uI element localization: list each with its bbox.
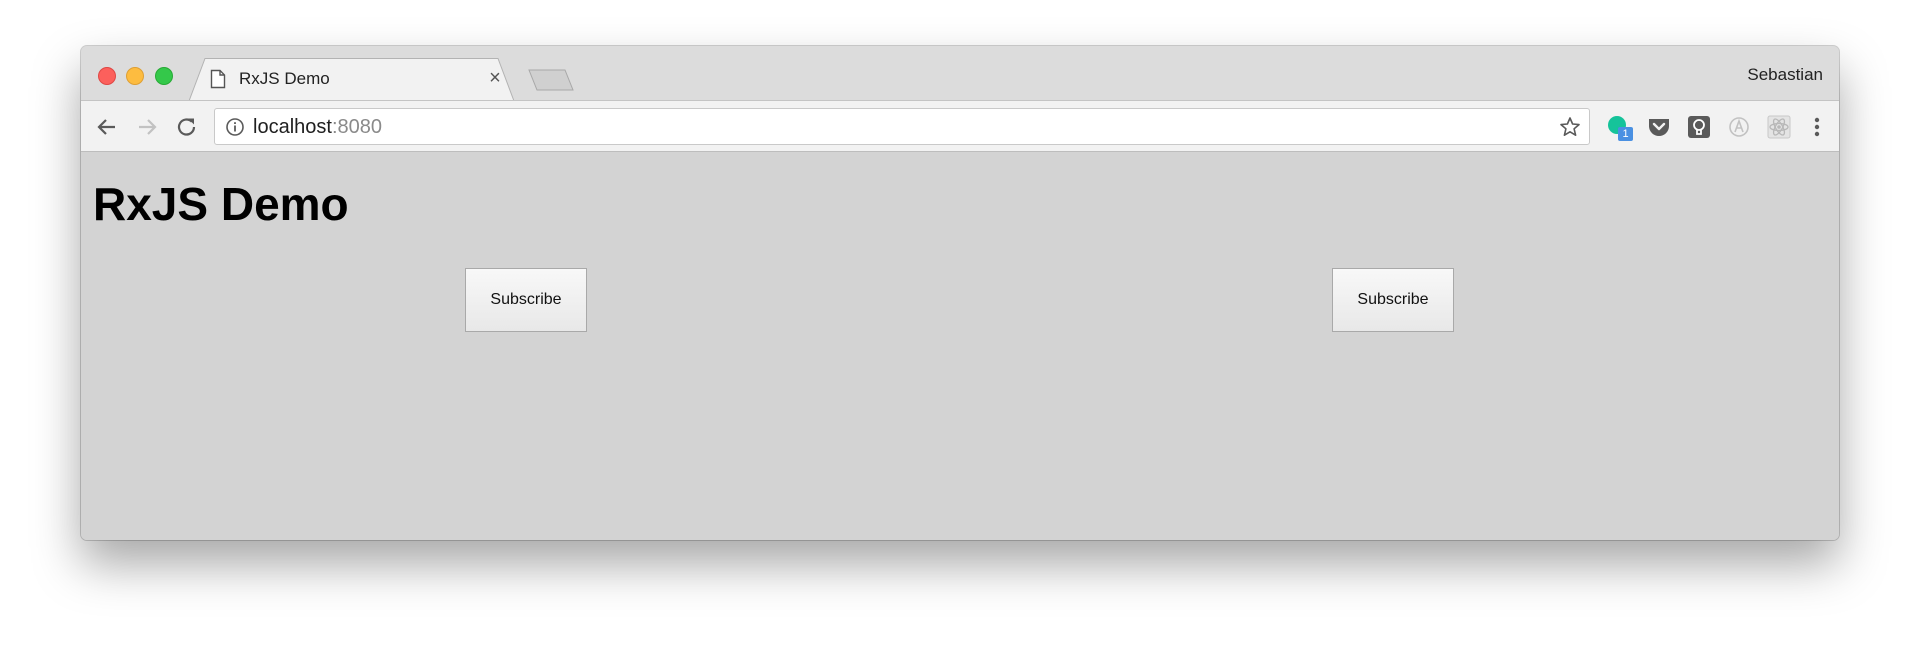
star-icon[interactable] bbox=[1559, 116, 1581, 138]
subscribe-button-left[interactable]: Subscribe bbox=[465, 268, 587, 332]
document-icon bbox=[210, 69, 226, 89]
lightbulb-icon[interactable] bbox=[1686, 114, 1712, 140]
title-bar: RxJS Demo × Sebastian bbox=[81, 46, 1839, 101]
minimize-window-button[interactable] bbox=[126, 67, 144, 85]
page-content: RxJS Demo Subscribe Subscribe bbox=[81, 152, 1839, 540]
address-bar[interactable]: localhost:8080 bbox=[214, 108, 1590, 145]
menu-icon[interactable] bbox=[1804, 114, 1830, 140]
address-host: localhost bbox=[253, 116, 332, 138]
tab-active[interactable] bbox=[189, 58, 514, 101]
back-icon[interactable] bbox=[94, 114, 120, 140]
address-text[interactable]: localhost:8080 bbox=[253, 117, 382, 137]
extension-badge: 1 bbox=[1618, 127, 1633, 141]
forward-icon[interactable] bbox=[134, 114, 160, 140]
close-window-button[interactable] bbox=[98, 67, 116, 85]
page-title: RxJS Demo bbox=[93, 178, 349, 230]
browser-window: RxJS Demo × Sebastian localhost:8080 1 R… bbox=[81, 46, 1839, 540]
maximize-window-button[interactable] bbox=[155, 67, 173, 85]
subscribe-button-right[interactable]: Subscribe bbox=[1332, 268, 1454, 332]
browser-toolbar: localhost:8080 1 bbox=[81, 100, 1839, 152]
pocket-icon[interactable] bbox=[1646, 114, 1672, 140]
profile-name[interactable]: Sebastian bbox=[1747, 65, 1823, 85]
react-icon[interactable] bbox=[1766, 114, 1792, 140]
angular-icon[interactable] bbox=[1726, 114, 1752, 140]
info-icon[interactable] bbox=[225, 117, 245, 137]
address-port: :8080 bbox=[331, 116, 382, 138]
close-tab-icon[interactable]: × bbox=[485, 68, 505, 88]
new-tab-button[interactable] bbox=[527, 68, 575, 92]
tab-title: RxJS Demo bbox=[239, 69, 330, 88]
reload-icon[interactable] bbox=[174, 114, 200, 140]
grammarly-extension[interactable]: 1 bbox=[1606, 114, 1633, 141]
